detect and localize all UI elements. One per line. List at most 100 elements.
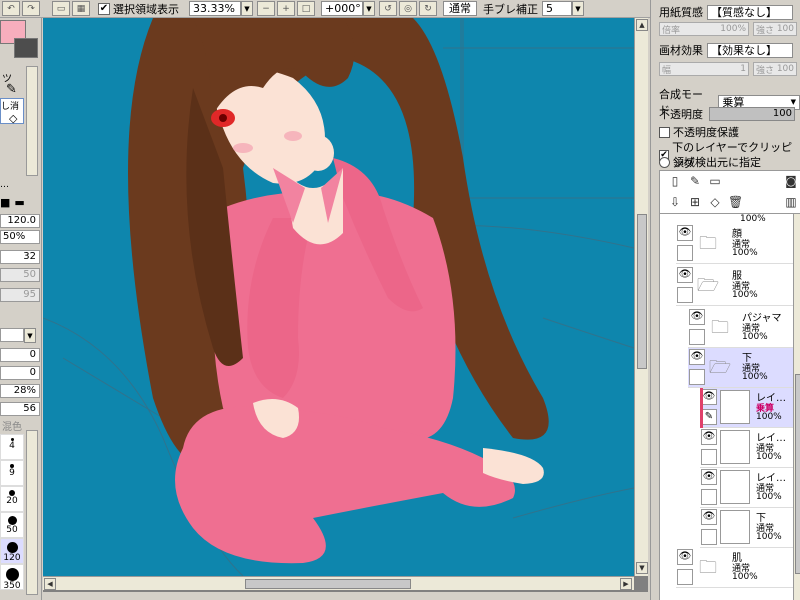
brush-shape-round-icon[interactable]: ▬ [14,196,24,209]
material-effect-select[interactable]: 【効果なし】 [707,42,793,58]
delete-layer-icon[interactable]: 🗑 [728,195,743,210]
paper-texture-label: 用紙質感 [659,6,703,19]
show-selection-label: 選択領域表示 [113,2,179,16]
layer-item-selected-folder[interactable]: 👁 🗁 下 通常 100% [688,348,796,388]
brush-size-preset[interactable]: 9 [0,460,24,486]
blend-mode-button[interactable]: 通常 [443,1,477,16]
brush-size-preset[interactable]: 350 [0,564,24,591]
eye-icon[interactable]: 👁 [677,267,693,283]
layer-toolbar: ▯ ✎ ▭ ◙ ⇩ ⊞ ◇ 🗑 ▥ [659,170,800,214]
eye-icon[interactable]: 👁 [701,389,717,405]
paper-texture-select[interactable]: 【質感なし】 [707,4,793,20]
param-field-3[interactable]: 28% [0,384,40,398]
eye-icon[interactable]: 👁 [701,429,717,445]
merge-down-icon[interactable]: ⊞ [688,195,702,210]
scroll-right-icon[interactable]: ▶ [620,578,632,590]
rotate-left-button[interactable]: ↺ [379,1,397,16]
layer-settings-icon[interactable]: ◙ [784,174,798,189]
layer-list-scrollbar[interactable] [793,214,800,600]
zoom-in-button[interactable]: + [277,1,295,16]
brush-size-preset-selected[interactable]: 120 [0,538,24,564]
lock-toggle[interactable] [701,489,717,505]
checkbox-unchecked-icon [659,126,670,138]
rotate-right-button[interactable]: ↻ [419,1,437,16]
deselect-button[interactable]: ▭ [52,1,70,16]
layer-item-active[interactable]: 👁 ✎ レイ… 乗算 100% [700,388,796,428]
layer-scroll-thumb[interactable] [795,374,800,574]
layer-property-icon[interactable]: ▥ [784,195,798,210]
brush-size-preset[interactable]: 50 [0,512,24,538]
brush-size-preset[interactable]: 4 [0,434,24,460]
rotate-reset-button[interactable]: ◎ [399,1,417,16]
pencil-icon[interactable]: ✎ [6,82,17,97]
brush-size-percent[interactable]: 50% [0,230,40,244]
zoom-reset-button[interactable]: □ [297,1,315,16]
horizontal-scroll-thumb[interactable] [245,579,411,589]
layer-item[interactable]: 👁 🗀 肌 通常 100% [676,548,800,588]
brush-shape-square-icon[interactable]: ■ [0,196,10,209]
brush-size-field[interactable]: 120.0 [0,214,40,228]
show-selection-toggle[interactable]: ✔ 選択領域表示 [98,1,179,17]
region-source-option[interactable]: 領域検出元に指定 [659,154,761,170]
rotation-dropdown[interactable]: ▼ [363,1,375,16]
density-field[interactable]: 32 [0,250,40,264]
opacity-slider[interactable]: 100 [709,107,795,121]
stabilizer-field[interactable]: 5 [542,1,572,16]
rotate-right-icon: ↻ [424,3,432,14]
layer-item[interactable]: 👁 🗁 服 通常 100% [676,266,800,306]
transfer-down-icon[interactable]: ⇩ [668,195,682,210]
layer-item[interactable]: 👁 🗀 パジャマ 通常 100% [688,308,796,348]
eye-icon[interactable]: 👁 [689,309,705,325]
stabilizer-dropdown[interactable]: ▼ [572,1,584,16]
brush-preset-scrollbar[interactable] [26,430,38,595]
undo-button[interactable]: ↶ [2,1,20,16]
eye-icon[interactable]: 👁 [689,349,705,365]
zoom-dropdown[interactable]: ▼ [241,1,253,16]
brush-size-preset[interactable]: 20 [0,486,24,512]
new-linework-layer-icon[interactable]: ✎ [688,174,702,189]
param-field-1[interactable]: 0 [0,348,40,362]
drawing-canvas[interactable] [43,18,634,576]
paper-texture-value: 【質感なし】 [711,6,777,19]
scroll-left-icon[interactable]: ◀ [44,578,56,590]
blend-select[interactable] [0,328,24,342]
zoom-out-button[interactable]: − [257,1,275,16]
param-field-4[interactable]: 56 [0,402,40,416]
rotation-field[interactable]: +000° [321,1,363,16]
vertical-scroll-thumb[interactable] [637,214,647,369]
eye-icon[interactable]: 👁 [701,469,717,485]
pen-icon[interactable]: ✎ [701,409,717,425]
eye-icon[interactable]: 👁 [677,225,693,241]
param-field-2[interactable]: 0 [0,366,40,380]
canvas-vertical-scrollbar[interactable]: ▲ ▼ [634,18,648,576]
scroll-down-icon[interactable]: ▼ [636,562,648,574]
lock-toggle[interactable] [689,369,705,385]
layer-item[interactable]: 👁 レイ… 通常 100% [700,468,796,508]
secondary-color-swatch[interactable] [14,38,38,58]
clear-layer-icon[interactable]: ◇ [708,195,722,210]
lock-toggle[interactable] [689,329,705,345]
brush-shape-selector[interactable]: ■ ▬ [0,196,25,209]
redo-button[interactable]: ↷ [22,1,40,16]
tool-scrollbar[interactable] [26,66,38,176]
layer-item[interactable]: 👁 レイ… 通常 100% [700,428,796,468]
lock-toggle[interactable] [701,529,717,545]
lock-toggle[interactable] [677,287,693,303]
zoom-field[interactable]: 33.33% [189,1,241,16]
lock-toggle[interactable] [677,569,693,585]
new-layer-icon[interactable]: ▯ [668,174,682,189]
lock-toggle[interactable] [677,245,693,261]
eye-icon[interactable]: 👁 [701,509,717,525]
canvas-horizontal-scrollbar[interactable]: ◀ ▶ [43,576,634,590]
lock-toggle[interactable] [701,449,717,465]
layer-item[interactable]: 👁 下 通常 100% [700,508,796,548]
invert-selection-button[interactable]: ▦ [72,1,90,16]
param-value-1: 0 [29,349,36,360]
scroll-up-icon[interactable]: ▲ [636,19,648,31]
eraser-tool-button[interactable]: し消 ◇ [0,98,24,125]
preserve-opacity-option[interactable]: 不透明度保護 [659,124,739,140]
eye-icon[interactable]: 👁 [677,549,693,565]
blend-select-dropdown[interactable]: ▼ [24,328,36,343]
new-folder-icon[interactable]: ▭ [708,174,722,189]
layer-item[interactable]: 👁 🗀 顔 通常 100% [676,224,800,264]
